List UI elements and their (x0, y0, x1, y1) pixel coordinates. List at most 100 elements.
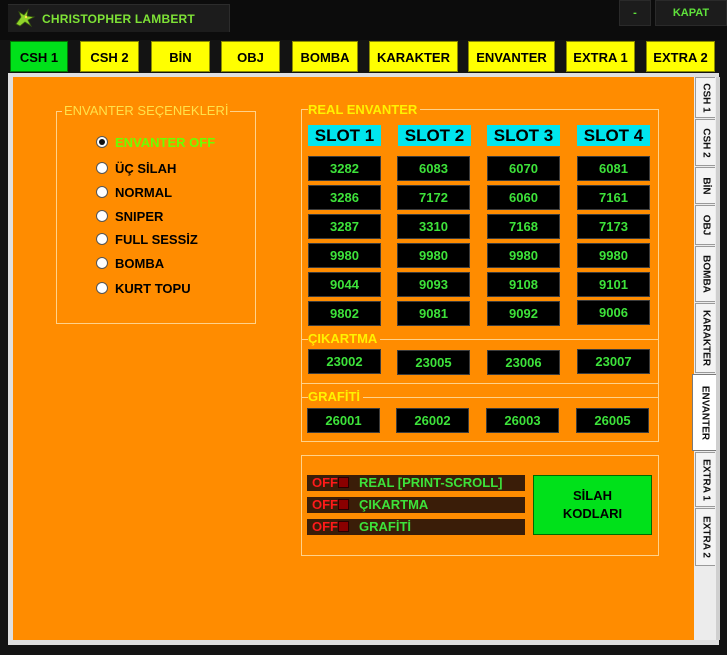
side-tab-label: BOMBA (700, 255, 711, 293)
toggle-real-print-scroll[interactable]: OFF REAL [PRINT-SCROLL] (307, 475, 525, 491)
slot-cell[interactable]: 3286 (308, 185, 381, 210)
toggle-label: ÇIKARTMA (359, 497, 429, 512)
slot-3-header: SLOT 3 (487, 125, 560, 146)
side-tab-label: KARAKTER (700, 309, 711, 367)
slot-cell[interactable]: 9093 (397, 272, 470, 297)
tab-karakter[interactable]: KARAKTER (369, 41, 458, 72)
side-tab-label: EXTRA 1 (700, 458, 711, 501)
side-tab-extra-2[interactable]: EXTRA 2 (695, 508, 715, 566)
silah-kodlari-button[interactable]: SİLAH KODLARI (533, 475, 652, 535)
toggle-led-icon (338, 477, 349, 488)
slot-2-header: SLOT 2 (398, 125, 471, 146)
side-scroll-strip (716, 77, 720, 640)
slot-cell[interactable]: 6060 (487, 185, 560, 210)
slot-cell[interactable]: 9980 (397, 243, 470, 268)
slot-cell[interactable]: 6081 (577, 156, 650, 181)
slot-cell[interactable]: 3282 (308, 156, 381, 181)
tab-csh-1[interactable]: CSH 1 (10, 41, 68, 72)
side-tab-csh-2[interactable]: CSH 2 (695, 119, 715, 166)
radio-label: ENVANTER OFF (115, 135, 216, 150)
radio-icon (96, 282, 108, 294)
side-tab-envanter[interactable]: ENVANTER (692, 374, 716, 451)
slot-cell[interactable]: 9980 (487, 243, 560, 268)
slot-cell[interactable]: 9006 (577, 300, 650, 325)
slot-4-header: SLOT 4 (577, 125, 650, 146)
grafiti-divider-top (301, 383, 659, 384)
slot-cell[interactable]: 3287 (308, 214, 381, 239)
tab-bin[interactable]: BİN (151, 41, 210, 72)
radio-label: ÜÇ SİLAH (115, 161, 177, 176)
cikartma-cell[interactable]: 23007 (577, 349, 650, 374)
slot-cell[interactable]: 7172 (397, 185, 470, 210)
side-tab-label: CSH 1 (700, 82, 711, 113)
side-tab-label: CSH 2 (700, 127, 711, 158)
side-tab-bomba[interactable]: BOMBA (695, 246, 715, 302)
grafiti-cell[interactable]: 26005 (576, 408, 649, 433)
toggle-cikartma[interactable]: OFF ÇIKARTMA (307, 497, 525, 513)
radio-label: KURT TOPU (115, 281, 191, 296)
radio-icon (96, 257, 108, 269)
slot-cell[interactable]: 9802 (308, 301, 381, 326)
slot-cell[interactable]: 3310 (397, 214, 470, 239)
radio-selected-icon (96, 136, 108, 148)
tab-obj[interactable]: OBJ (221, 41, 280, 72)
title-bar: CHRISTOPHER LAMBERT - KAPAT (0, 0, 727, 40)
toggle-label: GRAFİTİ (359, 519, 411, 534)
slot-cell[interactable]: 9101 (577, 272, 650, 297)
slot-cell[interactable]: 9980 (577, 243, 650, 268)
cikartma-cell[interactable]: 23006 (487, 350, 560, 375)
side-tab-label: BİN (700, 176, 711, 195)
cikartma-cell[interactable]: 23002 (308, 349, 381, 374)
tab-envanter[interactable]: ENVANTER (468, 41, 555, 72)
slot-cell[interactable]: 6070 (487, 156, 560, 181)
cikartma-title: ÇIKARTMA (308, 331, 381, 346)
dragon-logo-icon (15, 8, 36, 28)
radio-icon (96, 210, 108, 222)
slot-cell[interactable]: 7161 (577, 185, 650, 210)
slot-cell[interactable]: 9044 (308, 272, 381, 297)
side-tab-label: EXTRA 2 (700, 516, 711, 558)
silah-button-line-2: KODLARI (562, 506, 623, 521)
side-tab-karakter[interactable]: KARAKTER (695, 303, 715, 373)
grafiti-cell[interactable]: 26001 (307, 408, 380, 433)
side-tab-extra-1[interactable]: EXTRA 1 (695, 452, 715, 507)
envanter-options-title: ENVANTER SEÇENEKLERİ (62, 103, 231, 118)
toggle-state: OFF (312, 519, 338, 534)
slot-cell[interactable]: 7173 (577, 214, 650, 239)
slot-cell[interactable]: 9081 (397, 301, 470, 326)
side-tab-bin[interactable]: BİN (695, 167, 715, 204)
slot-cell[interactable]: 9980 (308, 243, 381, 268)
side-tab-obj[interactable]: OBJ (695, 205, 715, 245)
toggle-grafiti[interactable]: OFF GRAFİTİ (307, 519, 525, 535)
side-tab-csh-1[interactable]: CSH 1 (695, 77, 715, 118)
radio-label: FULL SESSİZ (115, 232, 198, 247)
radio-icon (96, 186, 108, 198)
slot-cell[interactable]: 6083 (397, 156, 470, 181)
tab-extra-1[interactable]: EXTRA 1 (566, 41, 635, 72)
close-button[interactable]: KAPAT (655, 0, 727, 26)
side-tab-label: ENVANTER (699, 385, 710, 440)
radio-label: NORMAL (115, 185, 173, 200)
side-tab-label: OBJ (700, 214, 711, 236)
tab-csh-2[interactable]: CSH 2 (80, 41, 139, 72)
slot-cell[interactable]: 9092 (487, 301, 560, 326)
radio-icon (96, 162, 108, 174)
grafiti-cell[interactable]: 26003 (486, 408, 559, 433)
cikartma-cell[interactable]: 23005 (397, 350, 470, 375)
toggle-state: OFF (312, 497, 338, 512)
slot-cell[interactable]: 7168 (487, 214, 560, 239)
toggle-led-icon (338, 521, 349, 532)
slot-1-header: SLOT 1 (308, 125, 381, 146)
radio-icon (96, 233, 108, 245)
window-title: CHRISTOPHER LAMBERT (42, 12, 195, 26)
tab-extra-2[interactable]: EXTRA 2 (646, 41, 715, 72)
toggle-state: OFF (312, 475, 338, 490)
silah-button-line-1: SİLAH (573, 488, 612, 503)
tab-bomba[interactable]: BOMBA (292, 41, 358, 72)
grafiti-title: GRAFİTİ (308, 389, 363, 404)
toggle-label: REAL [PRINT-SCROLL] (359, 475, 503, 490)
slot-cell[interactable]: 9108 (487, 272, 560, 297)
grafiti-cell[interactable]: 26002 (396, 408, 469, 433)
real-envanter-title: REAL ENVANTER (308, 102, 421, 117)
minimize-button[interactable]: - (619, 0, 651, 26)
